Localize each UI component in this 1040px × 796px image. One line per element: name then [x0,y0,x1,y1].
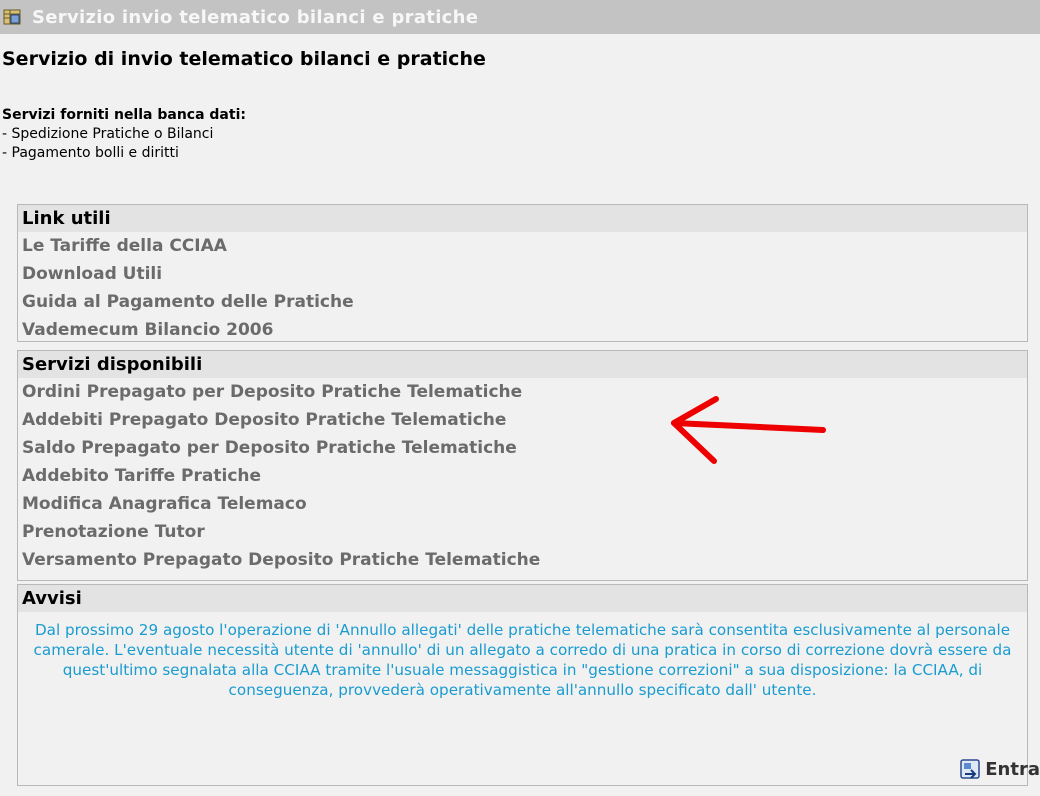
useful-links-heading: Link utili [18,205,1027,232]
link-guida-pagamento[interactable]: Guida al Pagamento delle Pratiche [18,288,1027,316]
link-download-utili[interactable]: Download Utili [18,260,1027,288]
intro-item: - Pagamento bolli e diritti [2,145,179,161]
service-addebiti-prepagato[interactable]: Addebiti Prepagato Deposito Pratiche Tel… [18,406,1027,434]
database-icon [3,9,21,25]
service-prenotazione-tutor[interactable]: Prenotazione Tutor [18,518,1027,546]
notices-panel: Avvisi Dal prossimo 29 agosto l'operazio… [17,584,1028,786]
link-vademecum-bilancio[interactable]: Vademecum Bilancio 2006 [18,316,1027,344]
title-bar: Servizio invio telematico bilanci e prat… [0,0,1040,34]
service-versamento-prepagato[interactable]: Versamento Prepagato Deposito Pratiche T… [18,546,1027,574]
useful-links-panel: Link utili Le Tariffe della CCIAA Downlo… [17,204,1028,342]
page-title: Servizio di invio telematico bilanci e p… [2,48,486,70]
service-addebito-tariffe[interactable]: Addebito Tariffe Pratiche [18,462,1027,490]
service-modifica-anagrafica[interactable]: Modifica Anagrafica Telemaco [18,490,1027,518]
service-ordini-prepagato[interactable]: Ordini Prepagato per Deposito Pratiche T… [18,378,1027,406]
enter-label: Entra [985,758,1040,780]
services-heading: Servizi disponibili [18,351,1027,378]
window-title: Servizio invio telematico bilanci e prat… [32,6,479,28]
red-arrow-annotation-icon [671,396,826,464]
enter-icon [960,759,980,779]
enter-button[interactable]: Entra [959,758,1040,780]
available-services-panel: Servizi disponibili Ordini Prepagato per… [17,350,1028,581]
services-intro: Servizi forniti nella banca dati: - Sped… [2,106,246,163]
link-tariffe[interactable]: Le Tariffe della CCIAA [18,232,1027,260]
notice-text: Dal prossimo 29 agosto l'operazione di '… [33,621,1012,699]
service-saldo-prepagato[interactable]: Saldo Prepagato per Deposito Pratiche Te… [18,434,1027,462]
notices-heading: Avvisi [18,585,1027,612]
intro-item: - Spedizione Pratiche o Bilanci [2,126,214,142]
intro-title: Servizi forniti nella banca dati: [2,107,246,123]
